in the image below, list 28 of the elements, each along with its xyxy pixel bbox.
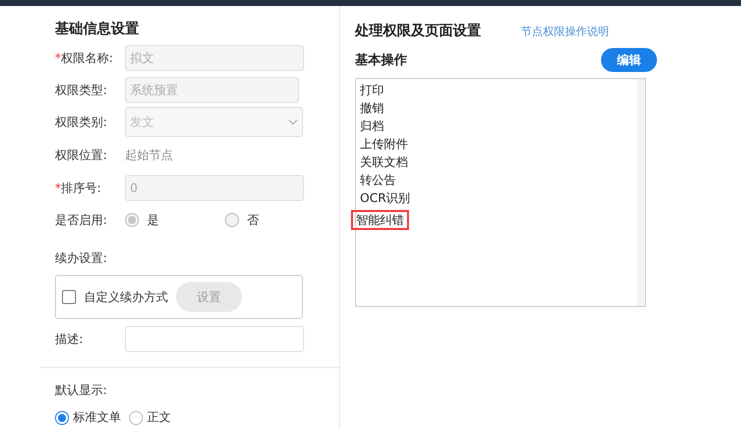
section-heading: 基本操作 (355, 52, 407, 69)
checkbox[interactable] (62, 290, 76, 304)
list-item[interactable]: 打印 (355, 80, 389, 100)
field-value: 起始节点 (125, 146, 173, 164)
section-title: 基础信息设置 (55, 20, 140, 38)
field-label: 是否启用: (55, 212, 108, 228)
edit-button[interactable]: 编辑 (601, 48, 657, 72)
section-title: 处理权限及页面设置 (355, 22, 481, 40)
field-label: 权限位置: (55, 146, 108, 164)
chevron-down-icon (288, 119, 298, 125)
list-item[interactable]: 智能纠错 (351, 210, 409, 230)
list-item[interactable]: 撤销 (355, 98, 389, 118)
list-item[interactable]: OCR识别 (355, 188, 416, 208)
radio-option[interactable]: 标准文单 (55, 409, 121, 426)
field-label: 权限类型: (55, 82, 108, 98)
list-item[interactable]: 转公告 (355, 170, 401, 190)
field-label: 权限类别: (55, 114, 108, 130)
radio-option[interactable]: 正文 (129, 409, 171, 426)
field-label: 默认显示: (55, 382, 108, 399)
field-label: 续办设置: (55, 250, 108, 267)
field-label: 描述: (55, 330, 84, 348)
field-label: *排序号: (55, 180, 102, 196)
list-item[interactable]: 上传附件 (355, 134, 413, 154)
checkbox-label: 自定义续办方式 (84, 288, 168, 306)
description-field[interactable] (125, 326, 304, 352)
field-label: *权限名称: (55, 50, 114, 66)
list-item[interactable]: 关联文档 (355, 152, 413, 172)
list-item[interactable]: 归档 (355, 116, 389, 136)
